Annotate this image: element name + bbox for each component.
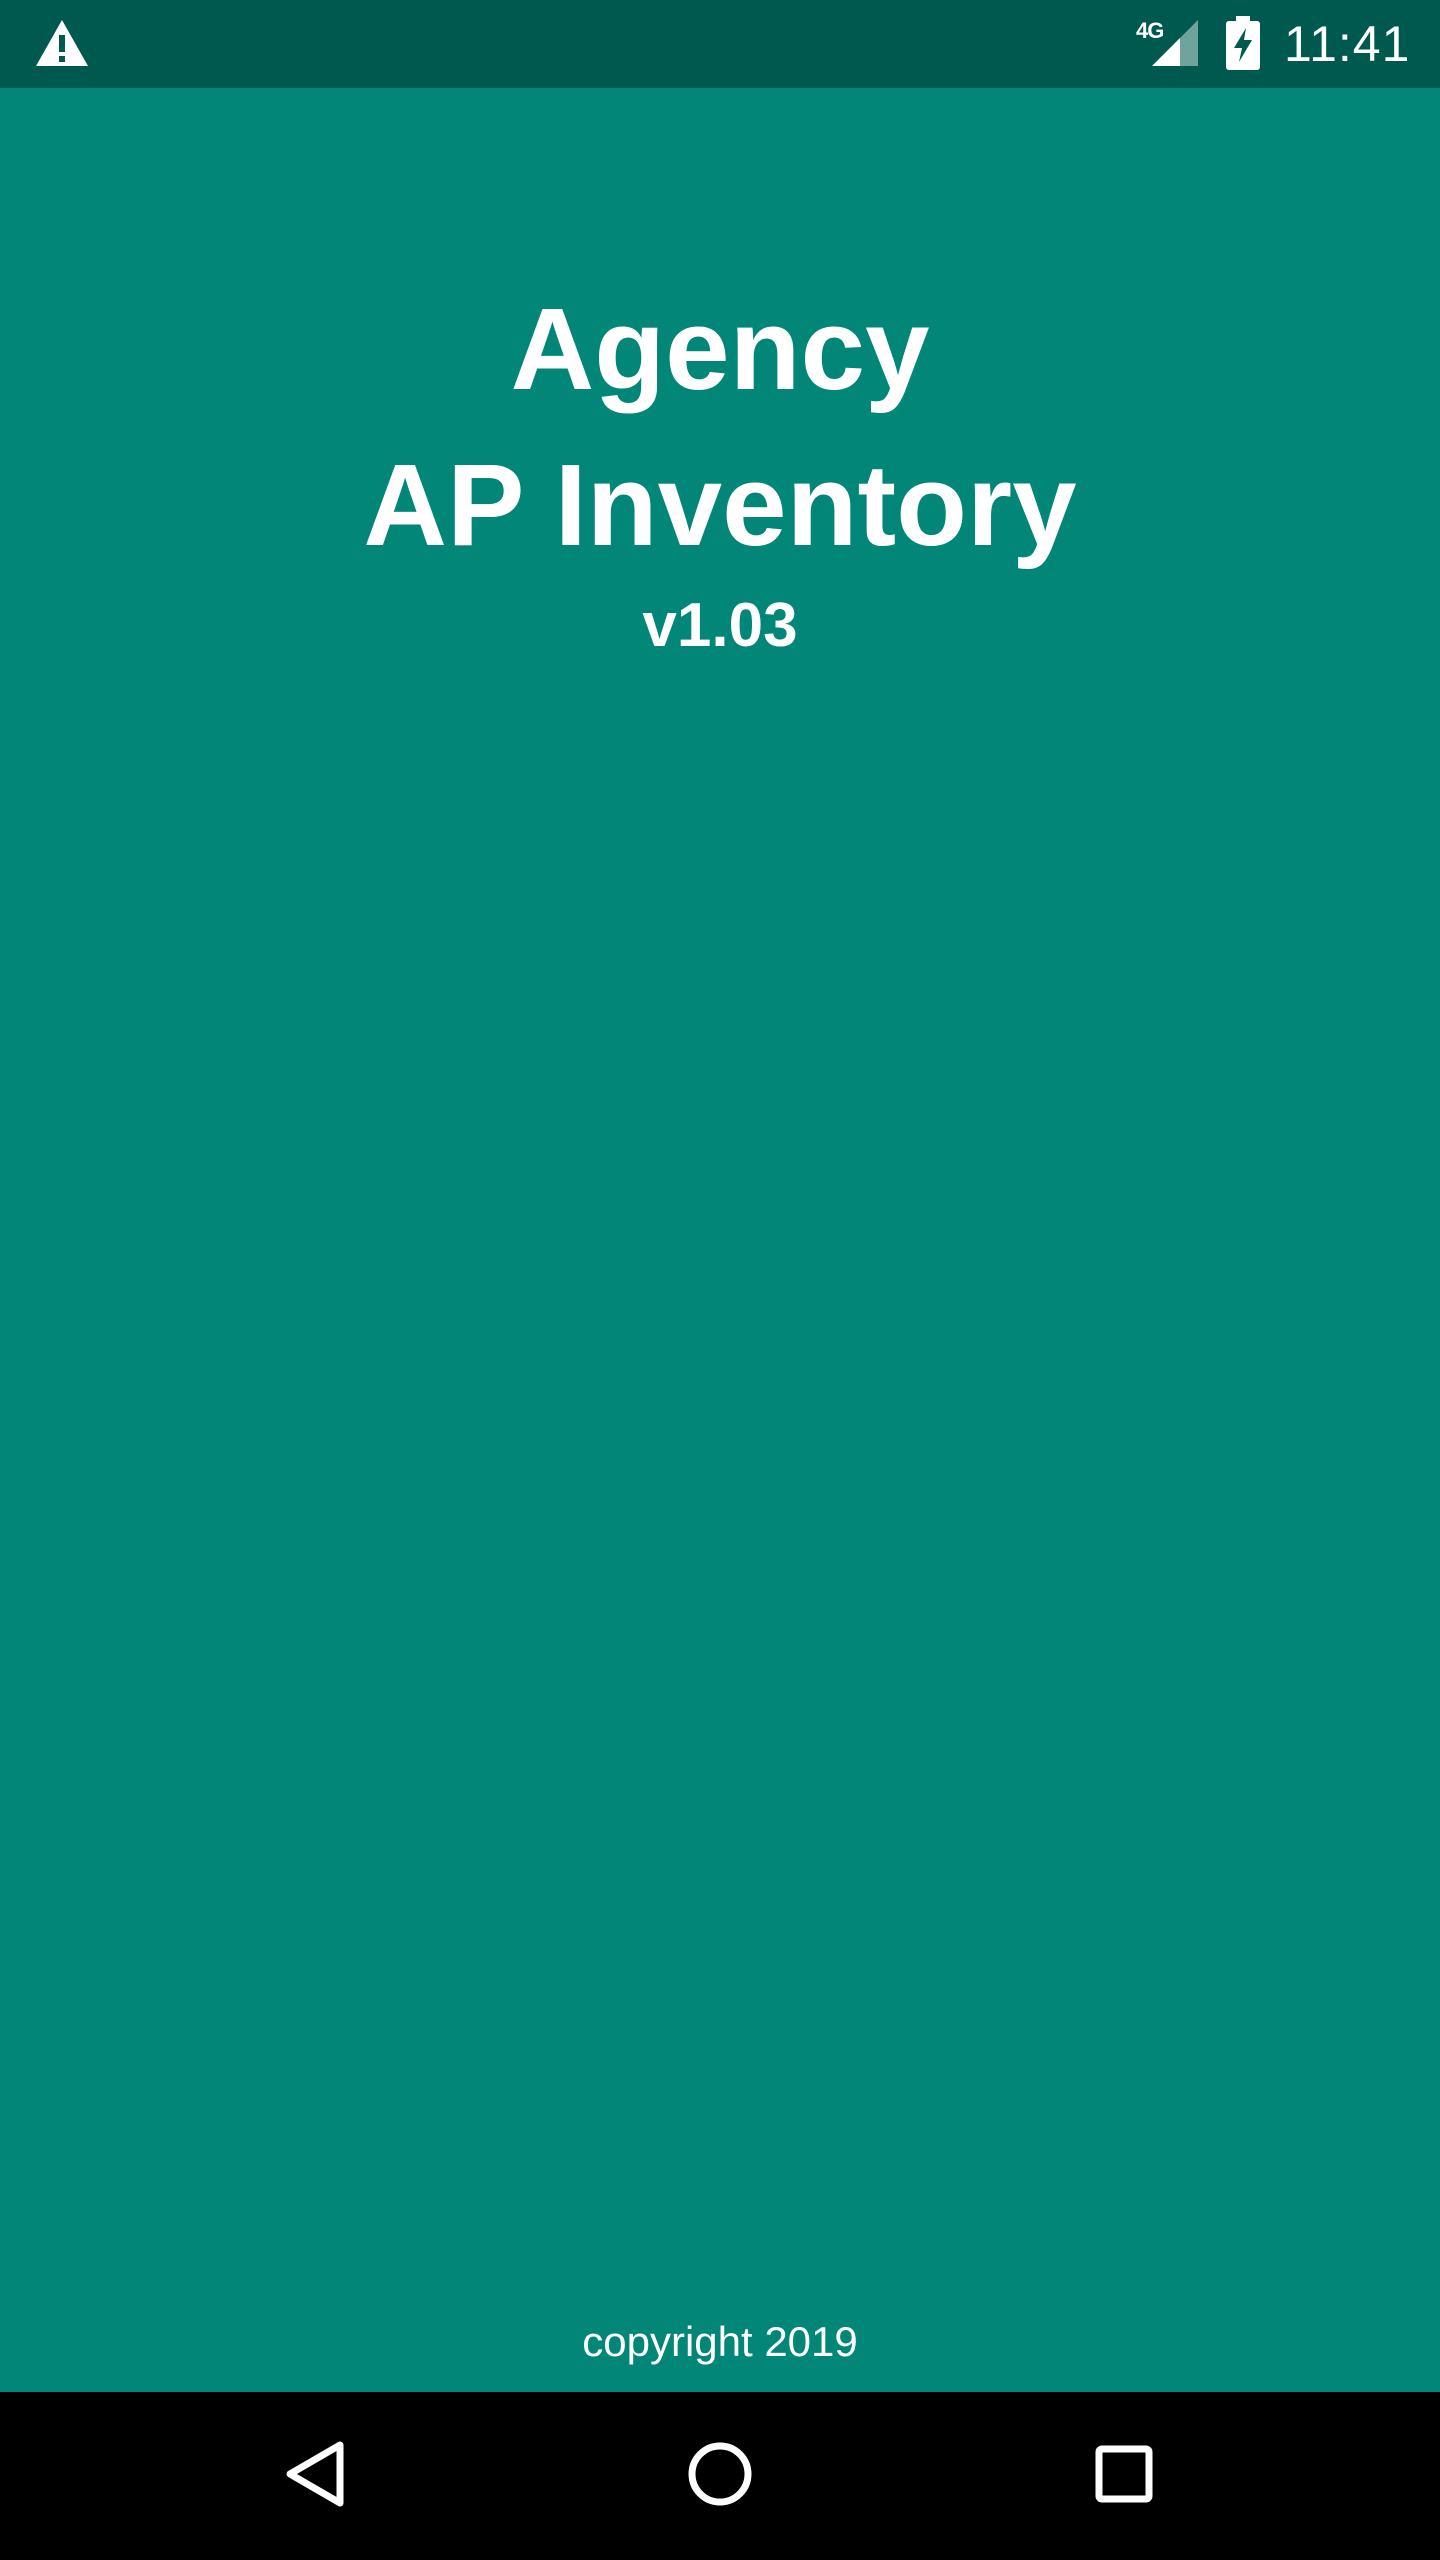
status-clock: 11:41 — [1284, 16, 1411, 72]
cellular-status: 4G — [1136, 18, 1200, 70]
signal-icon — [1150, 18, 1200, 68]
navigation-bar — [0, 2392, 1440, 2560]
recents-button[interactable] — [1074, 2426, 1174, 2526]
home-button[interactable] — [670, 2426, 770, 2526]
splash-screen: Agency AP Inventory v1.03 copyright 2019 — [0, 88, 1440, 2392]
app-title-line-1: Agency — [510, 284, 930, 414]
app-version: v1.03 — [642, 591, 798, 660]
home-circle-icon — [687, 2441, 753, 2512]
recents-square-icon — [1094, 2444, 1154, 2509]
status-bar: 4G 11:41 — [0, 0, 1440, 88]
back-button[interactable] — [266, 2426, 366, 2526]
app-title-line-2: AP Inventory — [363, 440, 1077, 570]
warning-icon — [34, 18, 90, 68]
battery-charging-icon — [1226, 16, 1260, 70]
back-triangle-icon — [284, 2439, 348, 2514]
copyright-notice: copyright 2019 — [582, 2318, 858, 2365]
